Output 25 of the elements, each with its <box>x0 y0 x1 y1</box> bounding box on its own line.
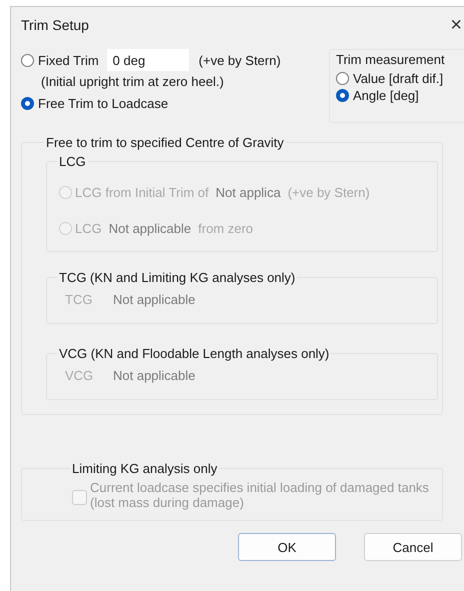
radio-button[interactable] <box>336 89 349 102</box>
field-label: TCG <box>64 292 94 306</box>
hint-text: (Initial upright trim at zero heel.) <box>40 73 225 91</box>
close-button[interactable]: × <box>450 15 462 35</box>
window-title: Trim Setup <box>21 17 89 33</box>
group-title: Trim measurement <box>336 52 446 67</box>
radio-label[interactable]: Value [draft dif.] <box>353 71 444 86</box>
unit-label: (+ve by Stern) <box>198 52 281 68</box>
radio-button[interactable] <box>21 97 34 110</box>
group-title: VCG (KN and Floodable Length analyses only) <box>58 346 330 361</box>
radio-button[interactable] <box>21 54 34 66</box>
field-label: VCG <box>64 368 94 382</box>
group-title: Free to trim to specified Centre of Gravity <box>45 135 285 150</box>
unit-label: (+ve by Stern) <box>288 184 370 200</box>
dialog-button[interactable]: OK <box>238 533 336 561</box>
dialog-button[interactable]: Cancel <box>364 533 462 561</box>
radio-label[interactable]: Angle [deg] <box>353 88 419 103</box>
unit-label: from zero <box>198 220 254 236</box>
radio-label[interactable]: Free Trim to Loadcase <box>38 96 168 111</box>
radio-button[interactable] <box>336 72 349 85</box>
group-title: TCG (KN and Limiting KG analyses only) <box>58 270 296 285</box>
group-title: Limiting KG analysis only <box>71 461 218 476</box>
radio-label[interactable]: Fixed Trim <box>38 52 99 68</box>
input-field[interactable]: 0 deg <box>106 49 189 71</box>
group-title: LCG <box>58 154 87 169</box>
